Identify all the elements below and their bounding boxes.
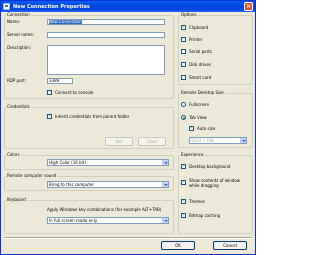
connect-console-checkbox[interactable] xyxy=(47,90,52,95)
chevron-down-icon xyxy=(240,138,246,143)
options-legend: Options xyxy=(180,12,198,17)
name-value: New Connection xyxy=(49,19,82,24)
keyboard-legend: Keyboard xyxy=(6,197,27,202)
disk-drives-checkbox[interactable] xyxy=(181,62,186,67)
window-title: New Connection Properties xyxy=(13,3,90,10)
colors-select-value: High Color (16 bit) xyxy=(49,160,86,165)
sound-select[interactable]: Bring to this computer xyxy=(47,181,169,188)
description-field[interactable] xyxy=(47,45,165,75)
chevron-down-icon xyxy=(162,182,168,187)
server-name-label: Server name: xyxy=(7,32,35,37)
smart-card-checkbox[interactable] xyxy=(181,75,186,80)
set-credentials-button[interactable]: Set xyxy=(105,137,133,146)
desktop-size-legend: Remote Desktop Size xyxy=(180,90,225,95)
printer-label: Printer xyxy=(189,37,203,42)
bitmap-caching-checkbox[interactable] xyxy=(181,212,186,218)
name-field[interactable]: New Connection xyxy=(47,19,165,25)
inherit-credentials-checkbox[interactable] xyxy=(47,113,52,119)
themes-checkbox[interactable] xyxy=(181,198,186,204)
clipboard-checkbox[interactable] xyxy=(181,24,186,30)
fullscreen-label: Fullscreen xyxy=(189,102,210,107)
credentials-legend: Credentials xyxy=(6,104,31,109)
inherit-credentials-label: Inherit credentials from parent folder xyxy=(55,114,130,119)
auto-size-label: Auto size xyxy=(197,126,216,131)
title-bar[interactable]: New Connection Properties × xyxy=(1,1,255,12)
tab-view-radio[interactable] xyxy=(181,115,186,120)
keyboard-select[interactable]: In full screen mode only xyxy=(47,217,169,224)
themes-label: Themes xyxy=(189,199,205,204)
description-label: Description: xyxy=(7,45,32,50)
serial-ports-checkbox[interactable] xyxy=(181,49,186,54)
rdp-port-field[interactable]: 3389 xyxy=(47,78,73,84)
footer-separator xyxy=(4,237,252,239)
show-contents-label: Show contents of window while dragging xyxy=(189,178,241,188)
desktop-size-select[interactable]: 1024 x 768 xyxy=(189,137,247,144)
connection-properties-window: New Connection Properties × Connection N… xyxy=(0,0,256,255)
disk-drives-label: Disk drives xyxy=(189,62,212,67)
colors-legend: Colors xyxy=(6,152,21,157)
smart-card-label: Smart card xyxy=(189,75,212,80)
clear-credentials-button[interactable]: Clear xyxy=(138,137,166,146)
chevron-down-icon xyxy=(162,160,168,165)
window-icon xyxy=(3,3,10,10)
colors-select[interactable]: High Color (16 bit) xyxy=(47,159,169,166)
show-contents-checkbox[interactable] xyxy=(181,179,186,185)
experience-legend: Experience xyxy=(180,152,205,157)
tab-view-label: Tab View xyxy=(189,115,207,120)
close-button[interactable]: × xyxy=(244,2,253,11)
desktop-size-select-value: 1024 x 768 xyxy=(191,138,214,143)
keyboard-select-value: In full screen mode only xyxy=(49,218,98,223)
server-name-field[interactable] xyxy=(47,32,165,38)
serial-ports-label: Serial ports xyxy=(189,49,212,54)
fullscreen-radio[interactable] xyxy=(181,102,186,107)
sound-legend: Remote computer sound xyxy=(6,173,58,178)
auto-size-checkbox[interactable] xyxy=(189,125,194,131)
chevron-down-icon xyxy=(162,218,168,223)
name-label: Name: xyxy=(7,19,21,24)
rdp-port-label: RDP port: xyxy=(7,78,27,83)
desktop-background-checkbox[interactable] xyxy=(181,163,186,169)
connect-console-label: Connect to console xyxy=(55,90,94,95)
sound-select-value: Bring to this computer xyxy=(49,182,94,187)
cancel-button[interactable]: Cancel xyxy=(213,241,247,250)
ok-button[interactable]: OK xyxy=(161,241,195,250)
printer-checkbox[interactable] xyxy=(181,37,186,42)
bitmap-caching-label: Bitmap caching xyxy=(189,213,221,218)
connection-legend: Connection xyxy=(6,12,31,17)
desktop-background-label: Desktop background xyxy=(189,164,231,169)
apply-windows-keys-label: Apply Windows key combinations (for exam… xyxy=(47,207,162,212)
clipboard-label: Clipboard xyxy=(189,25,209,30)
